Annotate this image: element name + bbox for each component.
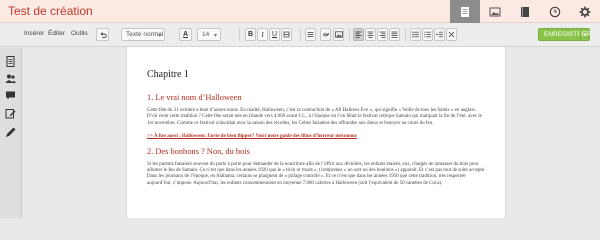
strikethrough-icon	[283, 31, 290, 38]
chapter-heading: Chapitre 1	[147, 69, 189, 80]
underline-icon: U	[271, 31, 278, 38]
numbered-list-icon	[424, 31, 431, 38]
italic-icon: I	[261, 30, 264, 39]
clear-format-icon	[448, 31, 455, 38]
book-view-button[interactable]	[510, 0, 540, 23]
document-title: Test de création	[8, 4, 93, 18]
app-window: Test de création Insérer Éditer Outils T…	[0, 0, 600, 218]
justify-button[interactable]	[389, 28, 400, 41]
pen-icon	[6, 127, 16, 137]
book-icon	[521, 6, 529, 17]
edit-icon	[5, 108, 16, 118]
bullet-list-button[interactable]	[410, 28, 421, 41]
quote-icon	[307, 32, 314, 37]
sidebar-item-comments[interactable]	[0, 85, 21, 105]
font-size-select[interactable]: 14 ▾	[197, 28, 221, 41]
image-icon	[489, 7, 501, 16]
toolbar-divider	[349, 28, 350, 41]
gear-icon	[579, 6, 591, 17]
paragraph-style-select[interactable]: Texte normal ▾	[121, 28, 165, 41]
undo-icon	[100, 31, 107, 38]
menu-edit[interactable]: Éditer	[48, 30, 65, 37]
document-page[interactable]: Chapitre 1 1. Le vrai nom d’Halloween Ce…	[126, 47, 506, 218]
align-left-icon	[355, 31, 362, 38]
history-button[interactable]	[540, 0, 570, 23]
bold-icon: B	[247, 31, 254, 38]
chevron-down-icon[interactable]: ▾	[580, 29, 589, 40]
underline-button[interactable]: U	[269, 28, 280, 41]
document-view-button[interactable]	[450, 0, 480, 23]
article-link[interactable]: >> À lire aussi : Halloween: Envie de bi…	[147, 134, 487, 139]
indent-button[interactable]	[434, 28, 445, 41]
document-icon	[461, 6, 469, 17]
font-size-value: 14	[202, 31, 210, 38]
comment-icon	[6, 91, 15, 99]
clear-format-button[interactable]	[446, 28, 457, 41]
italic-button[interactable]: I	[257, 28, 268, 41]
text-color-icon: A	[182, 31, 189, 38]
chevron-down-icon: ▾	[157, 33, 161, 39]
document-icon	[6, 55, 15, 67]
quote-button[interactable]	[305, 28, 316, 41]
undo-button[interactable]	[96, 28, 109, 41]
bullet-list-icon	[412, 31, 419, 38]
clock-icon	[549, 6, 561, 17]
align-center-icon	[367, 31, 374, 38]
settings-button[interactable]	[570, 0, 600, 23]
paragraph: Cette fête du 31 octobre a bien d’autres…	[147, 108, 482, 126]
toolbar-divider	[405, 28, 406, 41]
image-view-button[interactable]	[480, 0, 510, 23]
bold-button[interactable]: B	[245, 28, 256, 41]
app-header: Test de création	[0, 0, 600, 23]
image-icon	[334, 31, 343, 38]
section-heading: 2. Des bonbons ? Non, du bois	[147, 146, 250, 156]
document-content[interactable]: Chapitre 1 1. Le vrai nom d’Halloween Ce…	[147, 69, 487, 194]
text-color-button[interactable]: A	[179, 28, 192, 41]
image-insert-button[interactable]	[333, 28, 344, 41]
editor-toolbar: Insérer Éditer Outils Texte normal ▾ A 1…	[0, 23, 600, 47]
toolbar-divider	[239, 28, 240, 41]
chevron-down-icon: ▾	[213, 33, 217, 39]
align-left-button[interactable]	[353, 28, 364, 41]
align-right-button[interactable]	[377, 28, 388, 41]
paragraph: Si les parents faisaient souvent du port…	[147, 161, 486, 186]
left-sidebar	[0, 48, 22, 218]
users-icon	[5, 74, 16, 83]
indent-icon	[436, 31, 443, 38]
strikethrough-button[interactable]	[281, 28, 292, 41]
align-center-button[interactable]	[365, 28, 376, 41]
justify-icon	[391, 31, 398, 38]
link-icon	[322, 32, 329, 37]
sidebar-item-notes[interactable]	[0, 103, 21, 123]
save-button[interactable]: ENREGISTRER ▾	[538, 28, 591, 41]
numbered-list-button[interactable]	[422, 28, 433, 41]
align-right-icon	[379, 31, 386, 38]
sidebar-item-writing[interactable]	[0, 122, 21, 142]
section-heading: 1. Le vrai nom d’Halloween	[147, 93, 242, 102]
menu-tools[interactable]: Outils	[71, 30, 88, 37]
link-button[interactable]	[320, 28, 331, 41]
toolbar-divider	[300, 28, 301, 41]
menu-insert[interactable]: Insérer	[24, 30, 44, 37]
